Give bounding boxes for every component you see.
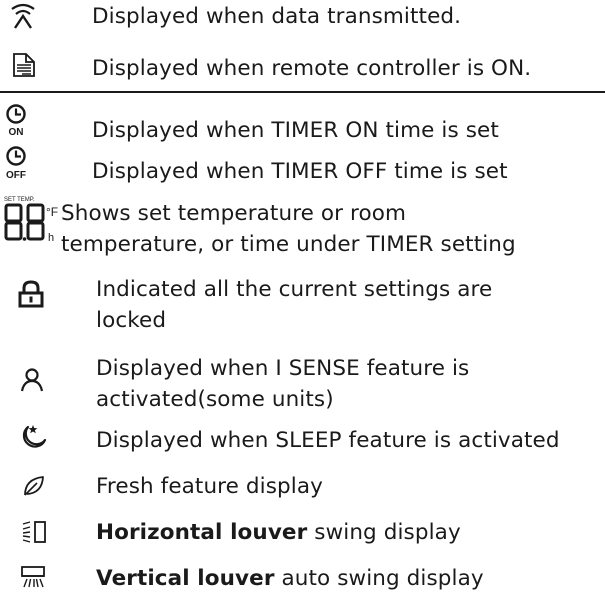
i-sense-person-icon	[20, 368, 46, 392]
legend-text: Displayed when SLEEP feature is activate…	[96, 428, 560, 453]
vertical-louver-rest-text: auto swing display	[274, 566, 484, 591]
legend-text: Displayed when TIMER OFF time is set	[92, 159, 508, 184]
legend-text-line-1: Displayed when I SENSE feature is	[96, 356, 470, 381]
legend-text: Horizontal louver swing display	[96, 518, 461, 547]
timer-off-icon: OFF	[4, 146, 34, 181]
unit-f-label: °F	[46, 205, 58, 219]
horizontal-louver-icon	[22, 520, 48, 544]
lock-icon	[18, 280, 44, 308]
timer-off-label: OFF	[6, 170, 26, 181]
timer-on-label: ON	[9, 127, 24, 138]
legend-text-line-2: activated(some units)	[96, 387, 334, 412]
legend-text: Vertical louver auto swing display	[96, 564, 484, 593]
fresh-leaf-icon	[22, 474, 46, 498]
legend-text-line-1: Indicated all the current settings are	[96, 277, 493, 302]
legend-text: Fresh feature display	[96, 474, 323, 499]
legend-text: Displayed when remote controller is ON.	[92, 56, 532, 81]
remote-on-icon	[12, 53, 36, 77]
legend-text-line-2: temperature, or time under TIMER setting	[61, 232, 516, 257]
legend-text-line-1: Shows set temperature or room	[61, 201, 407, 226]
vertical-louver-bold-label: Vertical louver	[96, 566, 275, 591]
timer-on-icon: ON	[4, 104, 34, 138]
vertical-louver-icon	[20, 565, 48, 589]
divider-line	[0, 91, 605, 93]
legend-text: Displayed when data transmitted.	[92, 4, 462, 29]
transmit-icon	[10, 2, 36, 30]
legend-text: Displayed when TIMER ON time is set	[92, 118, 499, 143]
unit-h-label: h	[48, 232, 54, 244]
set-temp-label: SET TEMP.	[4, 197, 35, 203]
icon-legend-page: { "rows": [ {"icon": "transmit-icon", "t…	[0, 0, 605, 596]
horizontal-louver-bold-label: Horizontal louver	[96, 520, 308, 545]
horizontal-louver-rest-text: swing display	[307, 520, 461, 545]
legend-text-line-2: locked	[96, 308, 167, 333]
sleep-icon	[20, 422, 48, 450]
